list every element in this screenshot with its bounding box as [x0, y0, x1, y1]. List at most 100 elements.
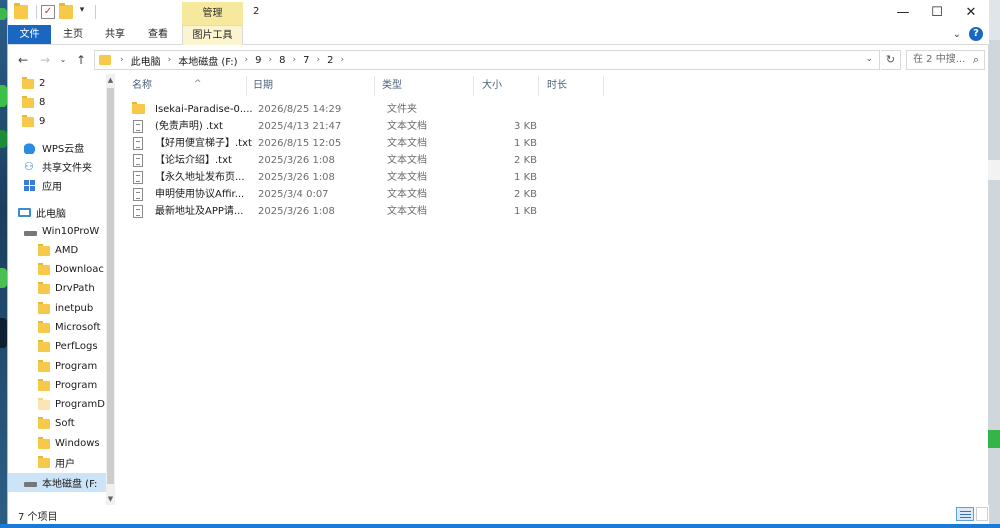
- folder-icon: [38, 320, 50, 333]
- nav-item-perflogs[interactable]: PerfLogs: [38, 337, 108, 356]
- new-folder-icon[interactable]: [59, 3, 73, 19]
- maximize-button[interactable]: ☐: [920, 0, 954, 25]
- address-bar[interactable]: › 此电脑 › 本地磁盘 (F:) › 9 › 8 › 7 › 2 › ⌄: [94, 50, 880, 70]
- nav-scrollbar[interactable]: ▲ ▼: [106, 74, 115, 505]
- breadcrumb-drive-f[interactable]: 本地磁盘 (F:): [174, 53, 241, 68]
- file-list: 名称 ^ 日期 类型 大小 时长 Isekai-Paradise-0.... 2…: [121, 74, 989, 505]
- breadcrumb-this-pc[interactable]: 此电脑: [127, 53, 165, 68]
- column-divider[interactable]: [473, 76, 474, 96]
- help-icon[interactable]: ?: [969, 27, 983, 41]
- nav-item-local-disk-f[interactable]: 本地磁盘 (F:: [8, 473, 106, 492]
- file-row[interactable]: 【永久地址发布页... 2025/3/26 1:08 文本文档 1 KB: [131, 169, 546, 186]
- manage-contextual-tab[interactable]: 管理: [182, 2, 243, 25]
- close-button[interactable]: ✕: [954, 0, 988, 25]
- large-icons-view-button[interactable]: [976, 507, 988, 521]
- details-view-button[interactable]: [956, 507, 974, 521]
- taskbar-edge: [0, 524, 1000, 528]
- breadcrumb-separator[interactable]: ›: [290, 55, 300, 65]
- nav-item-this-pc[interactable]: 此电脑: [18, 203, 108, 222]
- file-size: 1 KB: [514, 172, 537, 183]
- nav-item-program-files[interactable]: Program: [38, 357, 108, 376]
- breadcrumb-separator[interactable]: ›: [242, 55, 252, 65]
- file-row[interactable]: 【论坛介绍】.txt 2025/3/26 1:08 文本文档 2 KB: [131, 152, 546, 169]
- tab-picture-tools[interactable]: 图片工具: [182, 25, 243, 45]
- nav-item-inetpub[interactable]: inetpub: [38, 299, 108, 318]
- file-row[interactable]: 【好用便宜梯子】.txt 2026/8/15 12:05 文本文档 1 KB: [131, 135, 546, 152]
- column-header-duration[interactable]: 时长: [541, 74, 601, 98]
- tab-share[interactable]: 共享: [96, 25, 134, 44]
- nav-item-8[interactable]: 8: [22, 93, 108, 112]
- column-divider[interactable]: [603, 76, 604, 96]
- scroll-down-icon[interactable]: ▼: [106, 495, 115, 503]
- file-row[interactable]: 申明使用协议Affir... 2025/3/4 0:07 文本文档 2 KB: [131, 186, 546, 203]
- nav-item-9[interactable]: 9: [22, 112, 108, 131]
- nav-item-win10-drive[interactable]: Win10ProW: [24, 222, 108, 241]
- nav-item-soft[interactable]: Soft: [38, 414, 108, 433]
- nav-item-downloads[interactable]: Downloac: [38, 260, 108, 279]
- item-count: 7 个项目: [18, 512, 58, 523]
- column-header-date[interactable]: 日期: [247, 74, 372, 98]
- nav-item-apps[interactable]: 应用: [24, 176, 108, 195]
- drive-icon: [24, 481, 37, 487]
- folder-icon: [22, 95, 34, 108]
- expand-ribbon-icon[interactable]: ⌄: [953, 29, 961, 40]
- file-name: (免责声明) .txt: [155, 121, 223, 132]
- breadcrumb-separator[interactable]: ›: [337, 55, 347, 65]
- nav-label: Downloac: [55, 264, 104, 275]
- up-button[interactable]: ↑: [72, 51, 90, 69]
- text-file-icon: [133, 188, 143, 201]
- file-size: 2 KB: [514, 155, 537, 166]
- tab-home[interactable]: 主页: [54, 25, 92, 44]
- folder-icon: [38, 262, 50, 275]
- address-dropdown-icon[interactable]: ⌄: [865, 54, 873, 64]
- breadcrumb-7[interactable]: 7: [299, 55, 313, 66]
- nav-item-windows[interactable]: Windows: [38, 434, 108, 453]
- tab-file[interactable]: 文件: [8, 25, 51, 44]
- breadcrumb-2[interactable]: 2: [323, 55, 337, 66]
- breadcrumb-9[interactable]: 9: [251, 55, 265, 66]
- file-row[interactable]: (免责声明) .txt 2025/4/13 21:47 文本文档 3 KB: [131, 118, 546, 135]
- nav-item-users[interactable]: 用户: [38, 453, 108, 472]
- breadcrumb-separator[interactable]: ›: [314, 55, 324, 65]
- nav-item-microsoft[interactable]: Microsoft: [38, 318, 108, 337]
- column-divider[interactable]: [538, 76, 539, 96]
- nav-item-program-files-x86[interactable]: Program: [38, 376, 108, 395]
- back-button[interactable]: ←: [14, 51, 32, 69]
- file-row[interactable]: Isekai-Paradise-0.... 2026/8/25 14:29 文件…: [131, 101, 546, 118]
- nav-item-programdata[interactable]: ProgramD: [38, 395, 108, 414]
- recent-locations-button[interactable]: ⌄: [54, 51, 72, 69]
- nav-label: 2: [39, 78, 46, 89]
- nav-item-2[interactable]: 2: [22, 74, 108, 93]
- search-icon: ⌕: [972, 53, 979, 66]
- minimize-button[interactable]: —: [886, 0, 920, 25]
- forward-button[interactable]: →: [36, 51, 54, 69]
- breadcrumb-separator[interactable]: ›: [266, 55, 276, 65]
- file-name: 【好用便宜梯子】.txt: [155, 138, 252, 149]
- file-size: 2 KB: [514, 189, 537, 200]
- scroll-up-icon[interactable]: ▲: [106, 76, 115, 84]
- properties-icon[interactable]: ✓: [41, 5, 55, 19]
- column-header-size[interactable]: 大小: [476, 74, 536, 98]
- nav-item-amd[interactable]: AMD: [38, 241, 108, 260]
- breadcrumb-8[interactable]: 8: [275, 55, 289, 66]
- nav-item-drvpath[interactable]: DrvPath: [38, 279, 108, 298]
- nav-label: 用户: [55, 459, 75, 470]
- folder-icon: [38, 436, 50, 449]
- nav-item-wps-cloud[interactable]: WPS云盘: [14, 138, 108, 157]
- search-placeholder: 在 2 中搜...: [913, 54, 966, 65]
- file-type: 文本文档: [387, 155, 427, 166]
- column-header-name[interactable]: 名称 ^: [126, 74, 241, 98]
- status-bar: 7 个项目: [8, 505, 989, 524]
- breadcrumb-separator[interactable]: ›: [165, 55, 175, 65]
- folder-icon: [38, 281, 50, 294]
- scrollbar-thumb[interactable]: [107, 88, 114, 484]
- nav-item-shared-folder[interactable]: ⚇ 共享文件夹: [24, 157, 108, 176]
- column-header-type[interactable]: 类型: [376, 74, 471, 98]
- file-row[interactable]: 最新地址及APP请... 2025/3/26 1:08 文本文档 1 KB: [131, 203, 546, 220]
- column-divider[interactable]: [374, 76, 375, 96]
- customize-toolbar-icon[interactable]: ▾: [77, 5, 87, 19]
- search-box[interactable]: 在 2 中搜... ⌕: [906, 50, 985, 70]
- sort-ascending-icon: ^: [194, 79, 202, 89]
- refresh-button[interactable]: ↻: [881, 50, 901, 70]
- tab-view[interactable]: 查看: [138, 25, 178, 44]
